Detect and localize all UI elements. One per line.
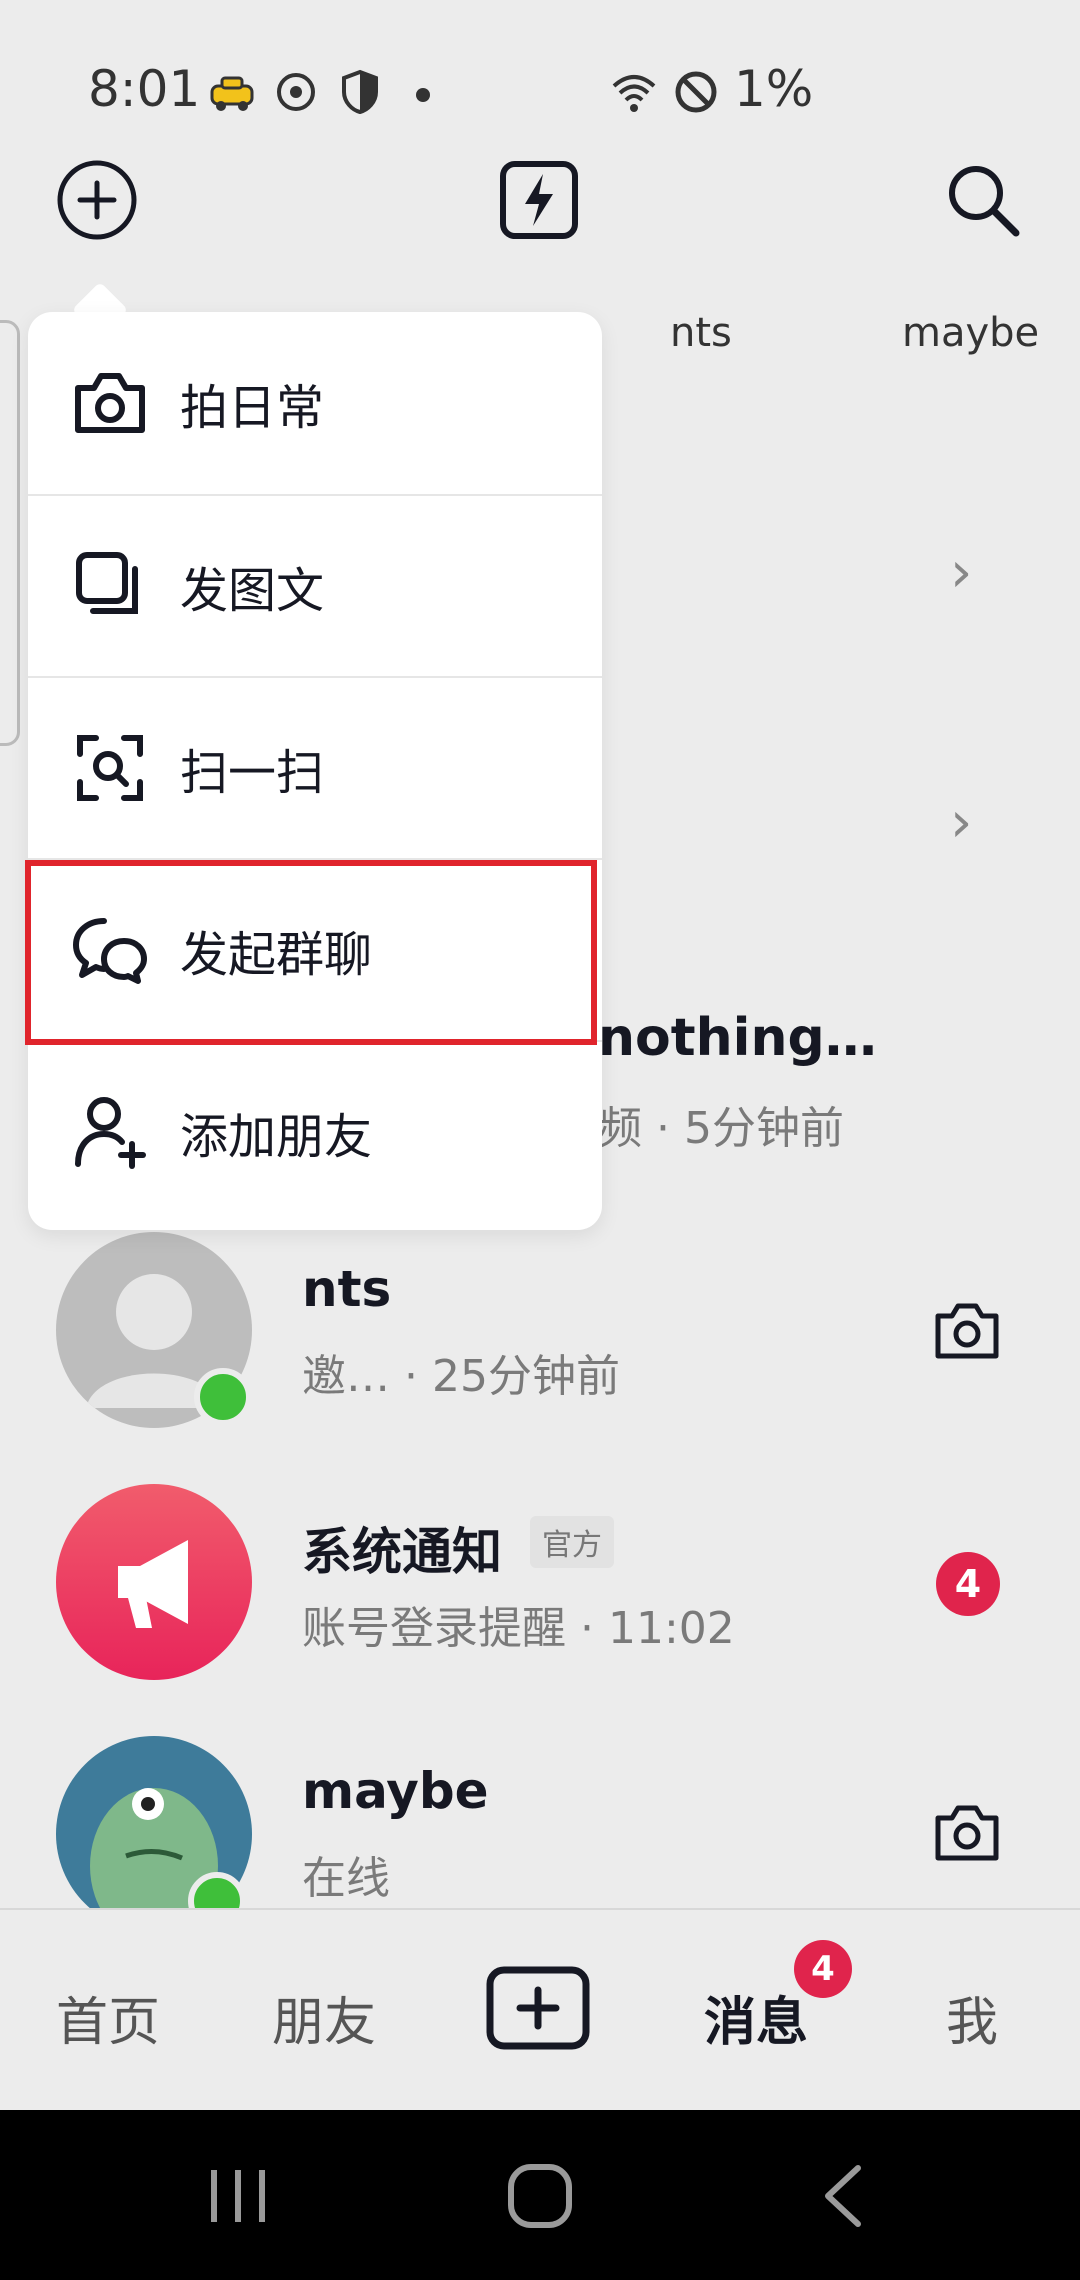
menu-item-post-image-text[interactable]: 发图文 — [28, 494, 602, 676]
chevron-right-icon[interactable]: › — [950, 540, 972, 605]
bottom-nav: 首页 朋友 消息 4 我 — [0, 1908, 1080, 2112]
online-indicator — [194, 1368, 252, 1426]
highlight-box — [25, 860, 597, 1045]
search-icon — [949, 166, 1020, 237]
conversation-name: maybe — [302, 1762, 489, 1820]
back-icon[interactable] — [820, 2164, 866, 2228]
nav-me[interactable]: 我 — [946, 1980, 998, 2055]
shield-icon — [342, 69, 378, 115]
conversation-subtitle: 频 · 5分钟前 — [598, 1103, 844, 1154]
search-button[interactable] — [938, 155, 1028, 245]
menu-item-scan[interactable]: 扫一扫 — [28, 676, 602, 858]
add-menu: 拍日常 发图文 扫一扫 发起群聊 添加朋友 — [28, 312, 602, 1230]
unread-badge: 4 — [936, 1552, 1000, 1616]
list-item[interactable]: nts 邀… · 25分钟前 — [0, 1220, 1080, 1460]
conversation-name: 系统通知 — [302, 1523, 502, 1581]
menu-item-add-friend[interactable]: 添加朋友 — [28, 1040, 602, 1222]
tab-nts[interactable]: nts — [670, 310, 732, 356]
lightning-icon — [500, 161, 578, 239]
tab-maybe[interactable]: maybe — [902, 310, 1039, 356]
plus-square-icon — [486, 1966, 590, 2050]
menu-item-label: 添加朋友 — [180, 1109, 373, 1165]
recent-apps-icon[interactable] — [206, 2166, 270, 2226]
create-button[interactable] — [486, 1966, 590, 2050]
conversation-name: nts — [302, 1260, 392, 1318]
flash-button[interactable] — [494, 155, 584, 245]
status-bar: 8:01 1% — [0, 40, 1080, 140]
camera-icon[interactable] — [932, 1802, 1002, 1864]
avatar — [56, 1484, 252, 1680]
chevron-right-icon[interactable]: › — [950, 790, 972, 855]
gallery-icon — [70, 546, 150, 626]
list-item[interactable]: 系统通知 官方 账号登录提醒 · 11:02 4 — [0, 1470, 1080, 1710]
conversation-subtitle: 账号登录提醒 · 11:02 — [302, 1603, 735, 1654]
camera-icon — [70, 363, 150, 443]
nav-messages[interactable]: 消息 — [704, 1980, 808, 2055]
taxi-icon — [210, 76, 254, 111]
menu-item-label: 拍日常 — [180, 380, 325, 436]
home-icon[interactable] — [506, 2162, 574, 2230]
list-item[interactable]: maybe 在线 — [0, 1722, 1080, 1908]
background-card-edge — [0, 320, 20, 746]
notification-dot — [416, 88, 430, 102]
wifi-icon — [612, 75, 656, 112]
menu-item-label: 发图文 — [180, 563, 325, 619]
nav-home[interactable]: 首页 — [56, 1980, 160, 2055]
conversation-title: nothing… — [598, 1008, 877, 1068]
menu-item-label: 扫一扫 — [180, 745, 325, 801]
official-tag: 官方 — [530, 1516, 614, 1568]
plus-circle-icon — [57, 160, 137, 240]
megaphone-icon — [118, 1540, 188, 1628]
conversation-subtitle: 在线 — [302, 1853, 390, 1904]
scan-icon — [70, 728, 150, 808]
system-nav-bar — [0, 2110, 1080, 2280]
menu-item-take-photo[interactable]: 拍日常 — [28, 312, 602, 494]
conversation-subtitle: 邀… · 25分钟前 — [302, 1351, 620, 1402]
messages-badge: 4 — [794, 1940, 852, 1998]
no-sim-icon — [675, 71, 717, 113]
battery-level: 1% — [734, 60, 814, 118]
status-time: 8:01 — [88, 60, 201, 118]
add-button[interactable] — [52, 155, 142, 245]
add-friend-icon — [70, 1092, 150, 1172]
camera-icon[interactable] — [932, 1300, 1002, 1362]
sync-icon — [277, 73, 315, 111]
nav-friends[interactable]: 朋友 — [272, 1980, 376, 2055]
